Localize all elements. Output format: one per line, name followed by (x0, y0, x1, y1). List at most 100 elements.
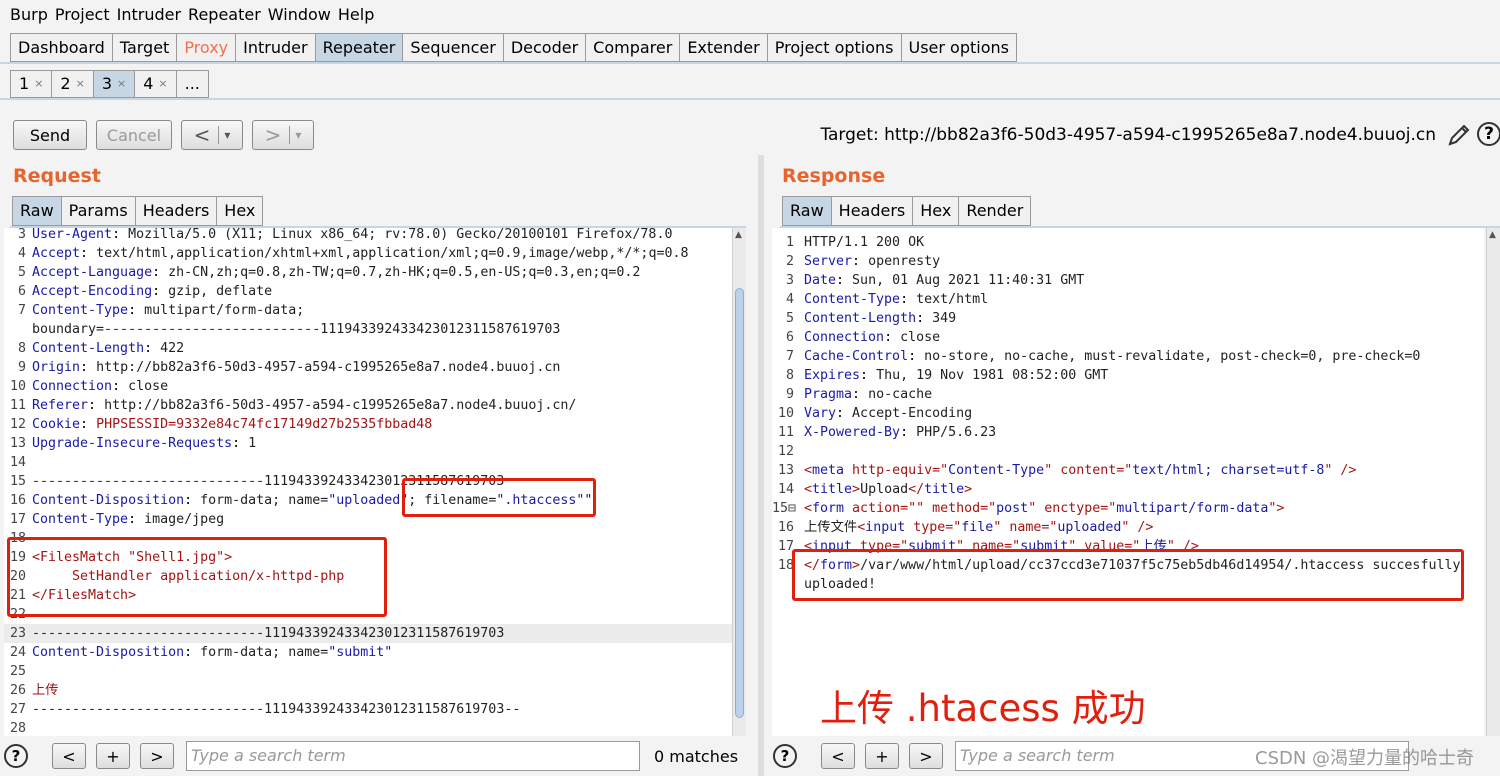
colon: : (900, 292, 909, 307)
header-value: -----------------------------11194339243… (32, 626, 505, 641)
request-line: 8 Content-Length: 422 (4, 339, 732, 358)
header-value: http://bb82a3f6-50d3-4957-a594-c1995265e… (88, 360, 561, 375)
request-search-add-button[interactable]: + (96, 743, 130, 769)
request-line: 9 Origin: http://bb82a3f6-50d3-4957-a594-… (4, 358, 732, 377)
line-number: 2 (785, 254, 794, 269)
request-search-prev-button[interactable]: < (52, 743, 86, 769)
response-search-add-button[interactable]: + (865, 743, 899, 769)
line-number: 4 (17, 246, 26, 261)
response-tab-raw[interactable]: Raw (782, 196, 832, 226)
tab-user-options[interactable]: User options (901, 33, 1017, 62)
html-token: action="" method=" (844, 501, 997, 516)
colon: : (152, 265, 161, 280)
close-icon[interactable]: × (34, 71, 43, 97)
html-token: text/html; charset=utf-8 (1132, 463, 1325, 478)
response-title: Response (782, 165, 886, 187)
request-scrollbar[interactable]: ▲ (732, 228, 746, 736)
repeater-tab-4[interactable]: 4 × (135, 70, 177, 98)
close-icon[interactable]: × (158, 71, 167, 97)
header-value: text/html (908, 292, 989, 307)
response-search-next-button[interactable]: > (909, 743, 943, 769)
tab-target[interactable]: Target (112, 33, 178, 62)
help-icon[interactable]: ? (1477, 122, 1500, 146)
menu-burp[interactable]: Burp (10, 5, 48, 24)
line-number: 9 (785, 387, 794, 402)
tab-sequencer[interactable]: Sequencer (403, 33, 504, 62)
request-search-input[interactable]: Type a search term (186, 741, 640, 771)
colon: : (128, 512, 137, 527)
html-token: 上传文件 (804, 520, 858, 535)
request-search-next-button[interactable]: > (140, 743, 174, 769)
tab-extender[interactable]: Extender (680, 33, 768, 62)
request-line: 25 (4, 662, 732, 681)
line-number: 16 (9, 493, 26, 508)
close-icon[interactable]: × (76, 71, 85, 97)
html-token: < (804, 501, 813, 516)
response-line: 7 Cache-Control: no-store, no-cache, must… (772, 347, 1484, 366)
field-name: "submit" (328, 645, 393, 660)
request-search-matches: 0 matches (654, 746, 739, 766)
header-value: openresty (860, 254, 941, 269)
tab-comparer[interactable]: Comparer (586, 33, 681, 62)
menu-intruder[interactable]: Intruder (117, 5, 181, 24)
line-number: 10 (777, 406, 794, 421)
header-name: Connection (32, 379, 113, 394)
repeater-tab-1[interactable]: 1 × (10, 70, 53, 98)
main-tab-bar: Dashboard Target Proxy Intruder Repeater Sequ… (10, 33, 1017, 62)
menu-help[interactable]: Help (338, 5, 374, 24)
tab-proxy[interactable]: Proxy (177, 33, 237, 62)
request-tab-raw[interactable]: Raw (12, 196, 62, 226)
menu-repeater[interactable]: Repeater (188, 5, 261, 24)
tab-intruder[interactable]: Intruder (236, 33, 316, 62)
line-number: 27 (9, 702, 26, 717)
response-line-text: Content-Type: text/html (804, 290, 988, 309)
cancel-button[interactable]: Cancel (96, 120, 172, 150)
forward-button[interactable]: > ▾ (252, 120, 314, 150)
repeater-tab-bar: 1 × 2 × 3 × 4 ×... (10, 70, 209, 98)
response-scrollbar[interactable]: ▲ (1486, 228, 1500, 736)
colon: : (916, 311, 925, 326)
request-editor[interactable]: 3 User-Agent: Mozilla/5.0 (X11; Linux x86… (4, 228, 732, 736)
repeater-tab-3[interactable]: 3 × (93, 70, 136, 98)
header-value: PHP/5.6.23 (908, 425, 997, 440)
response-search-prev-button[interactable]: < (821, 743, 855, 769)
response-line-text: 上传文件<input type="file" name="uploaded" /… (804, 518, 1153, 537)
response-search-help-icon[interactable]: ? (773, 744, 797, 768)
panel-divider[interactable] (758, 155, 764, 776)
header-value: boundary=---------------------------1119… (32, 322, 561, 337)
tab-decoder[interactable]: Decoder (503, 33, 587, 62)
request-line: 28 (4, 719, 732, 736)
watermark-text: CSDN @渴望力量的哈士奇 (1255, 748, 1475, 769)
html-token: < (804, 482, 813, 497)
menu-project[interactable]: Project (55, 5, 110, 24)
repeater-tab-5[interactable]: ... (176, 70, 209, 98)
colon: : (144, 341, 153, 356)
tab-repeater[interactable]: Repeater (315, 33, 404, 62)
header-value: 1 (240, 436, 257, 451)
request-tab-hex[interactable]: Hex (217, 196, 264, 226)
request-search-help-icon[interactable]: ? (4, 744, 28, 768)
response-tab-hex[interactable]: Hex (913, 196, 960, 226)
header-value: close (892, 330, 941, 345)
repeater-tab-2[interactable]: 2 × (52, 70, 94, 98)
line-number: 13 (9, 436, 26, 451)
menu-window[interactable]: Window (268, 5, 331, 24)
request-tab-headers[interactable]: Headers (135, 196, 218, 226)
tab-dashboard[interactable]: Dashboard (10, 33, 113, 62)
colon: : (128, 303, 137, 318)
response-editor[interactable]: 1 HTTP/1.1 200 OK 2 Server: openresty 3 Date:… (772, 228, 1484, 736)
request-tab-params[interactable]: Params (61, 196, 136, 226)
request-scroll-thumb[interactable] (735, 288, 744, 718)
send-button[interactable]: Send (13, 120, 87, 150)
edit-target-icon[interactable] (1446, 122, 1472, 148)
tab-project-options[interactable]: Project options (767, 33, 902, 62)
response-tab-headers[interactable]: Headers (831, 196, 914, 226)
close-icon[interactable]: × (117, 71, 126, 97)
header-value: Thu, 19 Nov 1981 08:52:00 GMT (868, 368, 1109, 383)
highlight-filesmatch-box (7, 537, 387, 617)
response-line: 15⊟ <form action="" method="post" enctype… (772, 499, 1484, 518)
back-button[interactable]: < ▾ (181, 120, 243, 150)
response-tab-render[interactable]: Render (959, 196, 1032, 226)
response-line-text: <title>Upload</title> (804, 480, 972, 499)
request-line: 10 Connection: close (4, 377, 732, 396)
